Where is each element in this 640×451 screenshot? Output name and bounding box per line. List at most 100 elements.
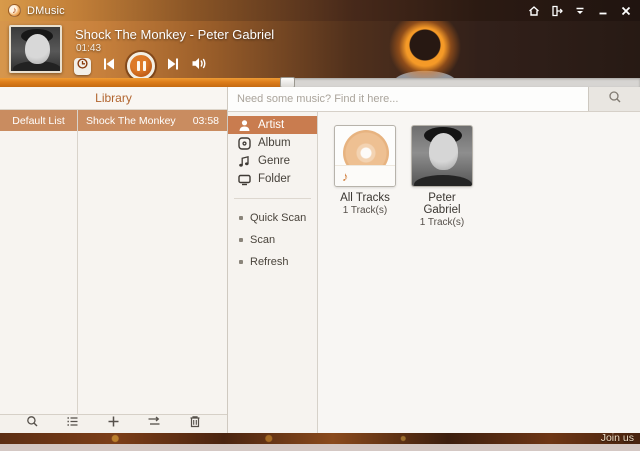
trash-icon	[189, 415, 201, 433]
playlist-list-button[interactable]	[62, 416, 84, 432]
bullet-icon	[239, 260, 243, 264]
browser-panel: Artist Album Genre Folder	[228, 87, 640, 433]
playback-controls	[74, 52, 208, 80]
album-icon	[237, 136, 251, 150]
search-button[interactable]	[588, 87, 640, 111]
card-all-tracks[interactable]: ♪ All Tracks 1 Track(s)	[333, 125, 397, 216]
volume-button[interactable]	[191, 56, 208, 76]
track-column: Shock The Monkey 03:58	[78, 110, 227, 414]
search-icon	[608, 90, 622, 109]
action-label: Scan	[250, 234, 276, 246]
all-tracks-art: ♪	[334, 125, 396, 187]
card-subtitle: 1 Track(s)	[419, 217, 465, 228]
close-icon	[620, 5, 632, 17]
add-button[interactable]	[102, 416, 124, 432]
bullet-icon	[239, 238, 243, 242]
playlist-column: Default List	[0, 110, 78, 414]
sidebar-item-folder[interactable]: Folder	[228, 170, 317, 188]
bullet-icon	[239, 216, 243, 220]
genre-icon	[237, 155, 251, 168]
card-title: All Tracks	[340, 192, 390, 204]
action-refresh[interactable]: Refresh	[228, 251, 317, 273]
card-subtitle: 1 Track(s)	[342, 205, 388, 216]
progress-fill	[0, 77, 295, 88]
pause-icon	[136, 61, 140, 71]
clock-icon	[76, 57, 89, 75]
photo-shoulders	[414, 175, 472, 186]
sidebar-separator	[234, 198, 311, 199]
menu-button[interactable]	[573, 4, 587, 18]
list-icon	[66, 415, 79, 433]
now-playing-title: Shock The Monkey - Peter Gabriel	[75, 27, 275, 42]
sidebar-item-genre[interactable]: Genre	[228, 152, 317, 170]
app-logo-icon: ♪	[8, 4, 21, 17]
track-title: Shock The Monkey	[86, 114, 176, 127]
photo-face	[429, 133, 458, 170]
pause-icon-bar2	[142, 61, 146, 71]
music-note-icon: ♪	[342, 169, 349, 184]
home-button[interactable]	[527, 4, 541, 18]
album-art	[9, 25, 62, 73]
player-header: Shock The Monkey - Peter Gabriel 01:43	[0, 21, 640, 80]
folder-icon	[237, 173, 251, 186]
track-row[interactable]: Shock The Monkey 03:58	[78, 110, 227, 131]
titlebar: ♪ DMusic	[0, 0, 640, 21]
sidebar-item-label: Artist	[258, 119, 285, 131]
card-title: Peter Gabriel	[423, 192, 461, 216]
window-controls	[527, 4, 640, 18]
menu-icon	[574, 5, 586, 17]
library-columns: Default List Shock The Monkey 03:58	[0, 110, 227, 414]
queue-toggle-button[interactable]	[74, 57, 91, 75]
card-peter-gabriel[interactable]: Peter Gabriel 1 Track(s)	[410, 125, 474, 228]
track-duration: 03:58	[192, 114, 219, 127]
home-icon	[528, 5, 540, 17]
shuffle-icon	[147, 415, 161, 433]
library-search-button[interactable]	[21, 416, 43, 432]
sign-out-icon	[551, 5, 563, 17]
minimize-button[interactable]	[596, 4, 610, 18]
artist-photo	[411, 125, 473, 187]
playlist-name: Default List	[12, 114, 65, 127]
action-label: Refresh	[250, 256, 289, 268]
logo-note-glyph: ♪	[12, 5, 17, 15]
library-panel: Library Default List Shock The Monkey 03…	[0, 87, 228, 433]
sidebar-item-album[interactable]: Album	[228, 134, 317, 152]
next-button[interactable]	[165, 56, 181, 77]
artist-grid: ♪ All Tracks 1 Track(s) Peter Gabriel 1 …	[318, 112, 640, 433]
pause-button[interactable]	[127, 52, 155, 80]
playlist-row-default-list[interactable]: Default List	[0, 110, 77, 131]
browse-sidebar: Artist Album Genre Folder Quick Scan Sca…	[228, 112, 318, 433]
library-toolbar	[0, 414, 227, 433]
artist-icon	[237, 119, 251, 132]
minimize-icon	[597, 5, 609, 17]
plus-icon	[107, 415, 120, 433]
screen: ♪ DMusic Shock The Monkey - Peter Gabrie…	[0, 0, 640, 451]
search-input[interactable]	[228, 87, 588, 111]
elapsed-time: 01:43	[76, 43, 102, 54]
next-icon	[165, 56, 181, 77]
volume-icon	[191, 56, 208, 76]
album-art-face	[25, 34, 50, 64]
sidebar-item-label: Genre	[258, 155, 290, 167]
shuffle-button[interactable]	[143, 416, 165, 432]
sidebar-item-artist[interactable]: Artist	[228, 116, 317, 134]
close-button[interactable]	[619, 4, 633, 18]
action-quick-scan[interactable]: Quick Scan	[228, 207, 317, 229]
main-area: Library Default List Shock The Monkey 03…	[0, 87, 640, 433]
previous-icon	[101, 56, 117, 77]
statusbar: Join us	[0, 433, 640, 444]
library-header: Library	[0, 87, 227, 110]
sign-out-button[interactable]	[550, 4, 564, 18]
search-icon	[26, 415, 39, 433]
action-scan[interactable]: Scan	[228, 229, 317, 251]
search-bar	[228, 87, 640, 112]
previous-button[interactable]	[101, 56, 117, 77]
app-title: DMusic	[27, 4, 65, 17]
action-label: Quick Scan	[250, 212, 307, 224]
sidebar-item-label: Folder	[258, 173, 291, 185]
browse-row: Artist Album Genre Folder Quick Scan Sca…	[228, 112, 640, 433]
progress-bar[interactable]	[0, 77, 640, 88]
delete-button[interactable]	[184, 416, 206, 432]
sidebar-item-label: Album	[258, 137, 291, 149]
join-us-link[interactable]: Join us	[601, 433, 634, 444]
